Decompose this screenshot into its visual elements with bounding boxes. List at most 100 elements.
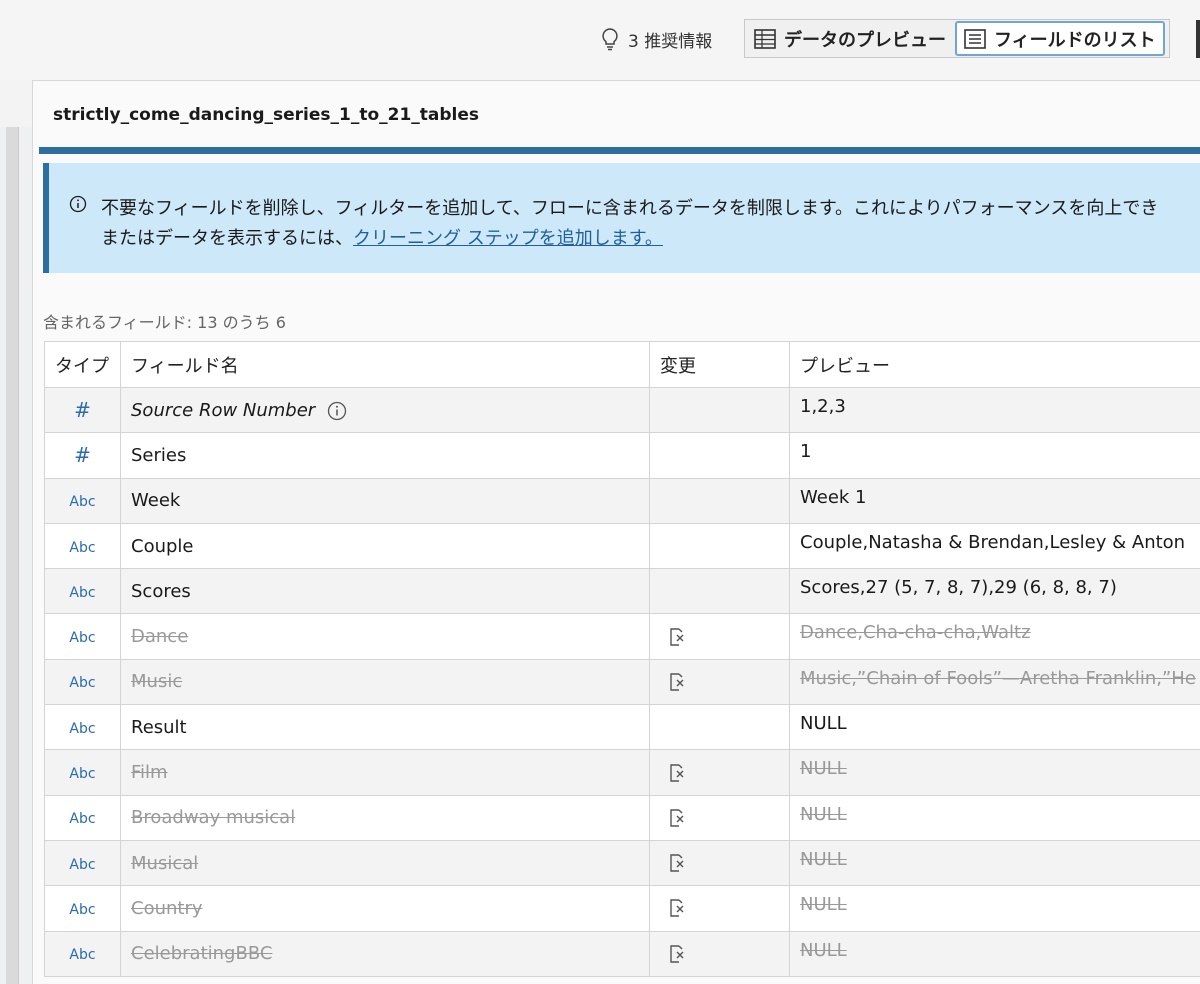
type-cell[interactable]: Abc <box>44 477 121 524</box>
string-type-icon[interactable]: Abc <box>69 675 95 691</box>
table-row[interactable]: Abc Film NULL <box>44 749 1200 796</box>
header-type[interactable]: タイプ <box>44 341 121 388</box>
change-cell[interactable] <box>649 432 790 479</box>
toolbar: 3 推奨情報 データのプレビュー フィールドのリスト <box>0 0 1200 80</box>
remove-field-icon[interactable] <box>668 853 686 873</box>
string-type-icon[interactable]: Abc <box>69 540 95 556</box>
preview-value: Week 1 <box>800 486 867 508</box>
remove-field-icon[interactable] <box>668 672 686 692</box>
change-cell[interactable] <box>649 885 790 932</box>
field-name: Result <box>131 716 187 738</box>
change-cell[interactable] <box>649 613 790 660</box>
field-name-cell[interactable]: Couple <box>120 522 650 570</box>
string-type-icon[interactable]: Abc <box>69 494 95 510</box>
remove-field-icon[interactable] <box>668 808 686 828</box>
change-cell[interactable] <box>649 930 790 977</box>
table-row[interactable]: Abc Broadway musical NULL <box>44 794 1200 841</box>
remove-field-icon[interactable] <box>668 944 686 964</box>
string-type-icon[interactable]: Abc <box>69 721 95 737</box>
change-cell[interactable] <box>649 704 790 751</box>
type-cell[interactable]: Abc <box>44 613 121 660</box>
table-row[interactable]: Abc Music Music,”Chain of Fools”—Aretha Fr… <box>44 658 1200 706</box>
add-cleaning-step-link[interactable]: クリーニング ステップを追加します。 <box>353 228 663 249</box>
field-name: Broadway musical <box>131 807 296 829</box>
string-type-icon[interactable]: Abc <box>69 902 95 918</box>
table-row[interactable]: # Series 1 <box>44 432 1200 479</box>
type-cell[interactable]: # <box>44 386 121 434</box>
recommendations-button[interactable]: 3 推奨情報 <box>600 24 712 54</box>
panel-accent-bar <box>39 147 1200 154</box>
string-type-icon[interactable]: Abc <box>69 766 95 782</box>
table-row[interactable]: Abc Scores Scores,27 (5, 7, 8, 7),29 (6, 8… <box>44 568 1200 615</box>
table-row[interactable]: Abc CelebratingBBC NULL <box>44 930 1200 977</box>
table-row[interactable]: # Source Row Number 1,2,3 <box>44 386 1200 434</box>
table-row[interactable]: Abc Week Week 1 <box>44 477 1200 524</box>
header-field-name[interactable]: フィールド名 <box>120 341 650 388</box>
type-cell[interactable]: Abc <box>44 885 121 932</box>
change-cell[interactable] <box>649 839 790 887</box>
field-name-cell[interactable]: Music <box>120 658 650 706</box>
field-table: タイプ フィールド名 変更 プレビュー # Source Row Number 1,… <box>44 341 1200 977</box>
field-name-cell[interactable]: Dance <box>120 613 650 660</box>
field-name-cell[interactable]: Result <box>120 704 650 751</box>
string-type-icon[interactable]: Abc <box>69 811 95 827</box>
field-name-cell[interactable]: Film <box>120 749 650 796</box>
remove-field-icon[interactable] <box>668 898 686 918</box>
preview-cell: NULL <box>789 749 1200 796</box>
preview-value: NULL <box>800 758 847 780</box>
left-scrollbar[interactable] <box>6 127 19 984</box>
type-cell[interactable]: Abc <box>44 568 121 615</box>
header-changes[interactable]: 変更 <box>649 341 790 388</box>
panel-title: strictly_come_dancing_series_1_to_21_tab… <box>53 105 480 125</box>
change-cell[interactable] <box>649 386 790 434</box>
string-type-icon[interactable]: Abc <box>69 630 95 646</box>
table-row[interactable]: Abc Musical NULL <box>44 839 1200 887</box>
preview-cell: Scores,27 (5, 7, 8, 7),29 (6, 8, 8, 7) <box>789 568 1200 615</box>
table-row[interactable]: Abc Dance Dance,Cha-cha-cha,Waltz <box>44 613 1200 660</box>
toolbar-edge <box>1196 20 1200 58</box>
info-circle-icon[interactable] <box>327 401 347 421</box>
field-name-cell[interactable]: Musical <box>120 839 650 887</box>
number-type-icon[interactable]: # <box>74 443 91 467</box>
field-name: Musical <box>131 852 199 874</box>
field-list-button[interactable]: フィールドのリスト <box>955 21 1165 56</box>
type-cell[interactable]: Abc <box>44 522 121 570</box>
string-type-icon[interactable]: Abc <box>69 857 95 873</box>
field-name-cell[interactable]: Country <box>120 885 650 932</box>
remove-field-icon[interactable] <box>668 763 686 783</box>
field-name-cell[interactable]: CelebratingBBC <box>120 930 650 977</box>
table-row[interactable]: Abc Couple Couple,Natasha & Brendan,Lesley… <box>44 522 1200 570</box>
table-row[interactable]: Abc Result NULL <box>44 704 1200 751</box>
field-name: Scores <box>131 580 191 602</box>
change-cell[interactable] <box>649 749 790 796</box>
change-cell[interactable] <box>649 794 790 841</box>
field-name-cell[interactable]: Broadway musical <box>120 794 650 841</box>
type-cell[interactable]: Abc <box>44 794 121 841</box>
field-name-cell[interactable]: Series <box>120 432 650 479</box>
header-preview[interactable]: プレビュー <box>789 341 1200 388</box>
view-toggle: データのプレビュー フィールドのリスト <box>744 19 1170 58</box>
preview-cell: Week 1 <box>789 477 1200 524</box>
type-cell[interactable]: # <box>44 432 121 479</box>
field-name-cell[interactable]: Source Row Number <box>120 386 650 434</box>
field-name-cell[interactable]: Scores <box>120 568 650 615</box>
change-cell[interactable] <box>649 477 790 524</box>
string-type-icon[interactable]: Abc <box>69 585 95 601</box>
field-rows: # Source Row Number 1,2,3 # Series 1 Abc Week We… <box>44 386 1200 977</box>
number-type-icon[interactable]: # <box>74 398 91 422</box>
type-cell[interactable]: Abc <box>44 749 121 796</box>
table-row[interactable]: Abc Country NULL <box>44 885 1200 932</box>
preview-value: NULL <box>800 848 847 870</box>
field-name: Music <box>131 671 183 693</box>
data-preview-button[interactable]: データのプレビュー <box>745 20 954 57</box>
type-cell[interactable]: Abc <box>44 704 121 751</box>
change-cell[interactable] <box>649 522 790 570</box>
type-cell[interactable]: Abc <box>44 839 121 887</box>
string-type-icon[interactable]: Abc <box>69 947 95 963</box>
type-cell[interactable]: Abc <box>44 930 121 977</box>
change-cell[interactable] <box>649 568 790 615</box>
change-cell[interactable] <box>649 658 790 706</box>
type-cell[interactable]: Abc <box>44 658 121 706</box>
remove-field-icon[interactable] <box>668 627 686 647</box>
field-name-cell[interactable]: Week <box>120 477 650 524</box>
